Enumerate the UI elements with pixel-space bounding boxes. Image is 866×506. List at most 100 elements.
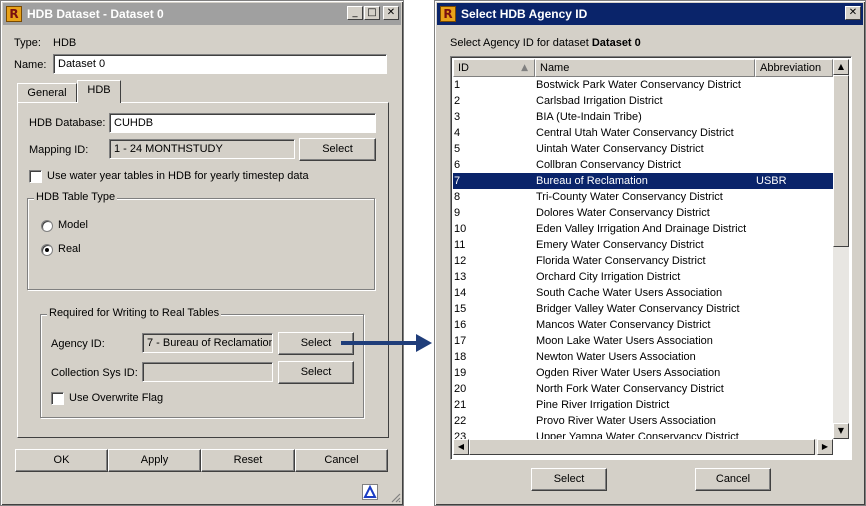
- cell-abbreviation: [755, 205, 833, 221]
- table-row[interactable]: 17 Moon Lake Water Users Association: [453, 333, 833, 349]
- cell-name: Bridger Valley Water Conservancy Distric…: [536, 303, 740, 315]
- cell-name: Newton Water Users Association: [536, 351, 696, 363]
- overwrite-flag-label: Use Overwrite Flag: [69, 392, 164, 404]
- cell-abbreviation: [755, 77, 833, 93]
- table-row[interactable]: 12 Florida Water Conservancy District: [453, 253, 833, 269]
- name-label: Name:: [14, 59, 47, 71]
- type-label: Type:: [14, 37, 41, 49]
- scroll-thumb[interactable]: [833, 75, 849, 247]
- tab-general[interactable]: General: [17, 83, 77, 103]
- table-row[interactable]: 11 Emery Water Conservancy District: [453, 237, 833, 253]
- cancel-button[interactable]: Cancel: [695, 468, 771, 491]
- table-row[interactable]: 4 Central Utah Water Conservancy District: [453, 125, 833, 141]
- column-header-id[interactable]: ID ▲: [453, 59, 535, 77]
- sort-ascending-icon: ▲: [521, 63, 528, 73]
- table-row[interactable]: 3 BIA (Ute-Indain Tribe): [453, 109, 833, 125]
- table-row[interactable]: 21 Pine River Irrigation District: [453, 397, 833, 413]
- cell-name: South Cache Water Users Association: [536, 287, 723, 299]
- table-row[interactable]: 10 Eden Valley Irrigation And Drainage Di…: [453, 221, 833, 237]
- cell-name: BIA (Ute-Indain Tribe): [536, 111, 642, 123]
- water-year-checkbox[interactable]: [29, 170, 42, 183]
- tab-hdb-label: HDB: [87, 84, 111, 96]
- table-row[interactable]: 9 Dolores Water Conservancy District: [453, 205, 833, 221]
- cell-abbreviation: [755, 141, 833, 157]
- cell-name: Uintah Water Conservancy District: [536, 143, 704, 155]
- scroll-right-button[interactable]: ▶: [817, 439, 833, 455]
- table-row[interactable]: 20 North Fork Water Conservancy District: [453, 381, 833, 397]
- scroll-up-button[interactable]: ▲: [833, 59, 849, 75]
- hdb-dataset-window: R HDB Dataset - Dataset 0 _ □ ✕ Type: HD…: [0, 0, 404, 506]
- table-row[interactable]: 1 Bostwick Park Water Conservancy Distric…: [453, 77, 833, 93]
- column-header-abbreviation[interactable]: Abbreviation: [755, 59, 833, 77]
- radio-model[interactable]: [41, 220, 53, 232]
- table-row[interactable]: 14 South Cache Water Users Association: [453, 285, 833, 301]
- app-logo-icon: R: [440, 6, 456, 22]
- cell-name: Collbran Conservancy District: [536, 159, 681, 171]
- cell-abbreviation: [755, 317, 833, 333]
- table-row[interactable]: 2 Carlsbad Irrigation District: [453, 93, 833, 109]
- cell-id: 5: [454, 143, 461, 155]
- collection-sys-id-field: [142, 362, 273, 382]
- cell-abbreviation: [755, 397, 833, 413]
- table-row[interactable]: 7 Bureau of Reclamation USBR: [453, 173, 833, 189]
- cell-id: 20: [454, 383, 467, 395]
- reset-button[interactable]: Reset: [201, 449, 295, 472]
- table-row[interactable]: 19 Ogden River Water Users Association: [453, 365, 833, 381]
- ok-button[interactable]: OK: [15, 449, 108, 472]
- minimize-button[interactable]: _: [347, 6, 363, 20]
- warning-triangle-icon[interactable]: [362, 484, 378, 500]
- table-row[interactable]: 5 Uintah Water Conservancy District: [453, 141, 833, 157]
- collection-sys-id-label: Collection Sys ID:: [51, 367, 138, 379]
- table-row[interactable]: 8 Tri-County Water Conservancy District: [453, 189, 833, 205]
- select-agency-titlebar[interactable]: R Select HDB Agency ID ✕: [437, 3, 863, 25]
- cell-id: 13: [454, 271, 467, 283]
- horizontal-scrollbar[interactable]: ◀ ▶: [453, 439, 833, 455]
- cell-abbreviation: [755, 381, 833, 397]
- hdb-dataset-titlebar[interactable]: R HDB Dataset - Dataset 0 _ □ ✕: [3, 3, 401, 25]
- collection-select-button[interactable]: Select: [278, 361, 354, 384]
- name-field[interactable]: Dataset 0: [53, 54, 387, 74]
- cell-abbreviation: [755, 125, 833, 141]
- mapping-id-field: 1 - 24 MONTHSTUDY: [109, 139, 295, 159]
- table-row[interactable]: 18 Newton Water Users Association: [453, 349, 833, 365]
- overwrite-flag-checkbox[interactable]: [51, 392, 64, 405]
- maximize-button[interactable]: □: [364, 6, 380, 20]
- table-row[interactable]: 6 Collbran Conservancy District: [453, 157, 833, 173]
- cell-abbreviation: [755, 253, 833, 269]
- cell-id: 7: [454, 175, 461, 187]
- cell-abbreviation: [755, 285, 833, 301]
- resize-grip-icon[interactable]: [389, 491, 401, 503]
- radio-real[interactable]: [41, 244, 53, 256]
- table-row[interactable]: 15 Bridger Valley Water Conservancy Distr…: [453, 301, 833, 317]
- horizontal-scroll-thumb[interactable]: [469, 439, 815, 455]
- scroll-down-button[interactable]: ▼: [833, 423, 849, 439]
- mapping-select-button[interactable]: Select: [299, 138, 376, 161]
- close-button[interactable]: ✕: [383, 6, 399, 20]
- cell-id: 21: [454, 399, 467, 411]
- cancel-button[interactable]: Cancel: [295, 449, 388, 472]
- close-button[interactable]: ✕: [845, 6, 861, 20]
- tab-hdb[interactable]: HDB: [77, 80, 121, 103]
- column-header-name[interactable]: Name: [535, 59, 755, 77]
- table-row[interactable]: 22 Provo River Water Users Association: [453, 413, 833, 429]
- cell-id: 18: [454, 351, 467, 363]
- cell-abbreviation: [755, 333, 833, 349]
- instruction-prefix: Select Agency ID for dataset: [450, 37, 592, 49]
- radio-real-label: Real: [58, 243, 81, 255]
- cell-id: 22: [454, 415, 467, 427]
- cell-name: Provo River Water Users Association: [536, 415, 716, 427]
- agency-id-field: 7 - Bureau of Reclamation: [142, 333, 273, 353]
- table-row[interactable]: 13 Orchard City Irrigation District: [453, 269, 833, 285]
- hdb-tab-panel: HDB Database: CUHDB Mapping ID: 1 - 24 M…: [17, 102, 389, 438]
- apply-button[interactable]: Apply: [108, 449, 201, 472]
- cell-name: Emery Water Conservancy District: [536, 239, 704, 251]
- cell-abbreviation: [755, 349, 833, 365]
- select-button[interactable]: Select: [531, 468, 607, 491]
- cell-id: 12: [454, 255, 467, 267]
- scroll-left-button[interactable]: ◀: [453, 439, 469, 455]
- agency-table[interactable]: ID ▲ Name Abbreviation 1 Bostwick Park Wa…: [450, 56, 852, 460]
- vertical-scrollbar[interactable]: ▲ ▼: [833, 59, 849, 439]
- instruction-dataset-name: Dataset 0: [591, 37, 641, 49]
- table-row[interactable]: 16 Mancos Water Conservancy District: [453, 317, 833, 333]
- hdb-database-field[interactable]: CUHDB: [109, 113, 376, 133]
